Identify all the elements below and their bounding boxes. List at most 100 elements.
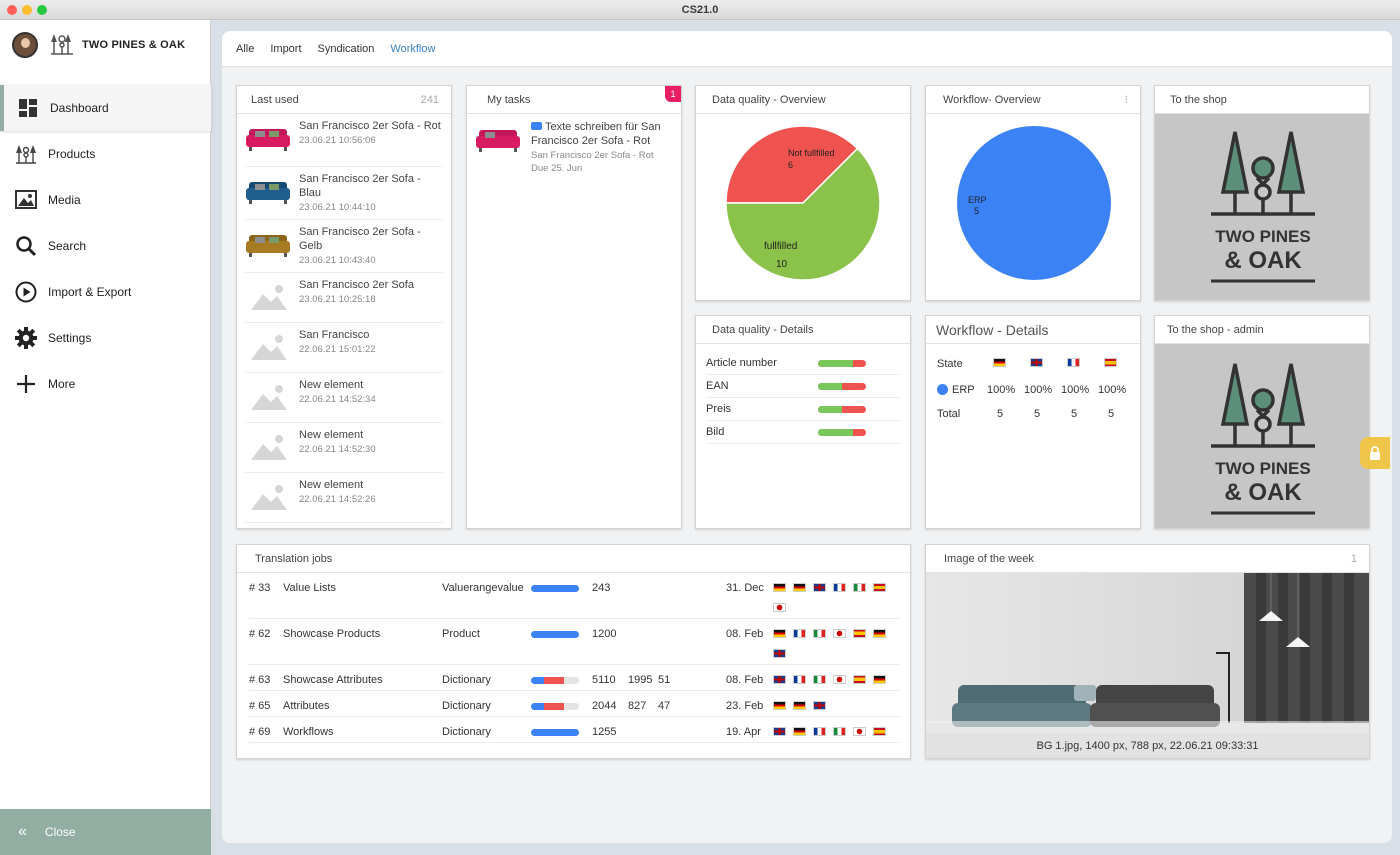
list-item-text: San Francisco 22.06.21 15:01:22 [299,328,376,367]
dq-row-label: EAN [706,380,729,392]
lock-icon [1370,446,1380,460]
list-item[interactable]: New element 22.06.21 14:52:30 [245,423,443,473]
flag-fr-icon [813,727,826,736]
window-zoom-button[interactable] [37,5,47,15]
list-item[interactable]: San Francisco 2er Sofa - Gelb 23.06.21 10… [245,220,443,273]
sidebar-item-import-export[interactable]: Import & Export [0,269,211,315]
sidebar-item-label: More [48,377,76,391]
card-menu-icon[interactable]: ⁝ [1125,93,1129,106]
avatar[interactable] [12,32,38,58]
erp-value-fr: 100% [1061,384,1090,396]
two-pines-oak-logo-icon: TWO PINES & OAK [1211,363,1315,515]
flag-it-icon [853,583,866,592]
job-progress-blue [531,729,579,736]
flag-uk-icon [773,727,786,736]
list-item[interactable]: San Francisco 2er Sofa 23.06.21 10:25:18 [245,273,443,323]
brand: TWO PINES & OAK [12,30,185,60]
tab-import[interactable]: Import [270,43,301,55]
list-item-date: 23.06.21 10:25:18 [299,294,376,305]
list-item[interactable]: New element 22.06.21 14:52:34 [245,373,443,423]
data-quality-overview-card: Data quality - Overview Not fullfilled 6 f… [695,85,911,301]
task-due: Due 25. Jun [531,163,583,174]
sidebar-item-label: Products [48,147,96,161]
sofa-yellow-thumbnail [245,229,291,259]
list-item[interactable]: New element 22.06.21 14:52:26 [245,473,443,523]
sidebar-close-button[interactable]: « Close [0,809,211,855]
job-name: Attributes [283,700,330,712]
window-close-button[interactable] [7,5,17,15]
list-item-title: New element [299,429,364,441]
logo-line1: TWO PINES [1215,459,1310,478]
tab-alle[interactable]: Alle [236,43,254,55]
window-minimize-button[interactable] [22,5,32,15]
job-count-2: 827 [628,700,647,712]
sidebar-item-settings[interactable]: Settings [0,315,211,361]
image-placeholder-icon [245,482,291,512]
sidebar-item-media[interactable]: Media [0,177,211,223]
table-row[interactable]: # 33 Value Lists Valuerangevalue 243 31. Dec [249,573,900,619]
card-title: Workflow - Details [936,321,1049,338]
image-of-the-week-card[interactable]: Image of the week 1 BG 1.jpg, 1400 px, 7… [925,544,1370,759]
data-quality-pie-chart: Not fullfilled 6 fullfilled 10 [725,125,881,281]
workflow-details-card: Workflow - Details State ERP 100% 100% 1… [925,315,1141,529]
job-count: 1200 [592,628,617,640]
pie-value-label: 5 [974,206,979,216]
shop-logo: TWO PINES & OAK [1155,114,1369,300]
sofa-blue-thumbnail [245,176,291,206]
list-item[interactable]: San Francisco 22.06.21 15:01:22 [245,323,443,373]
sidebar: TWO PINES & OAK Dashboard Products Media… [0,20,211,855]
tab-syndication[interactable]: Syndication [318,43,375,55]
sidebar-item-search[interactable]: Search [0,223,211,269]
sidebar-nav: Dashboard Products Media Search Import &… [0,85,211,407]
image-week-header: Image of the week 1 [926,545,1369,573]
job-count-2: 1995 [628,674,653,686]
total-value-uk: 5 [1034,408,1041,420]
list-item-date: 22.06.21 14:52:26 [299,494,376,505]
table-row[interactable]: # 69 Workflows Dictionary 1255 19. Apr [249,717,900,743]
list-item[interactable]: San Francisco 2er Sofa - Blau 23.06.21 10… [245,167,443,220]
job-count: 1255 [592,726,617,738]
flag-fr-icon [833,583,846,592]
table-row[interactable]: # 65 Attributes Dictionary 2044 827 47 23. Feb [249,691,900,717]
list-item[interactable]: San Francisco 2er Sofa - Rot 23.06.21 10:… [245,114,443,167]
list-item-date: 22.06.21 14:52:34 [299,394,376,405]
dq-row[interactable]: EAN [706,375,900,398]
card-title: Translation jobs [255,552,333,565]
job-progress-red [544,677,564,684]
tab-workflow[interactable]: Workflow [390,43,435,55]
table-row[interactable]: # 62 Showcase Products Product 1200 08. Feb [249,619,900,665]
flag-de-icon [793,583,806,592]
total-value-es: 5 [1108,408,1115,420]
job-progress-blue [531,703,545,710]
dq-row[interactable]: Preis [706,398,900,421]
dq-row[interactable]: Bild [706,421,900,444]
window-titlebar: CS21.0 [0,0,1400,20]
sidebar-item-products[interactable]: Products [0,131,211,177]
flag-fr-icon [793,675,806,684]
dq-progress-bar [818,428,866,436]
flag-jp-icon [853,727,866,736]
table-row[interactable]: # 63 Showcase Attributes Dictionary 5110 199… [249,665,900,691]
dq-row[interactable]: Article number [706,352,900,375]
gear-icon [14,326,38,350]
dashboard-icon [16,96,40,120]
sidebar-item-dashboard[interactable]: Dashboard [0,85,211,131]
brand-logo-icon [51,34,73,55]
to-the-shop-admin-card[interactable]: To the shop - admin TWO PINES & OAK [1154,315,1370,529]
to-the-shop-card[interactable]: To the shop TWO PINES & OAK [1154,85,1370,301]
flag-es-icon [853,629,866,638]
task-item[interactable]: Texte schreiben für San Francisco 2er So… [467,114,681,180]
flag-de-icon [773,701,786,710]
flag-fr-icon [793,629,806,638]
play-circle-icon [14,280,38,304]
dq-overview-header: Data quality - Overview [696,86,910,114]
total-value-fr: 5 [1071,408,1078,420]
flag-uk-icon [1030,358,1043,367]
lock-button[interactable] [1360,437,1390,469]
list-item-title: New element [299,379,364,391]
translation-jobs-header: Translation jobs [237,545,910,573]
job-count-3: 51 [658,674,671,686]
list-item-title: New element [299,479,364,491]
sidebar-item-more[interactable]: More [0,361,211,407]
dq-progress-bar [818,359,866,367]
